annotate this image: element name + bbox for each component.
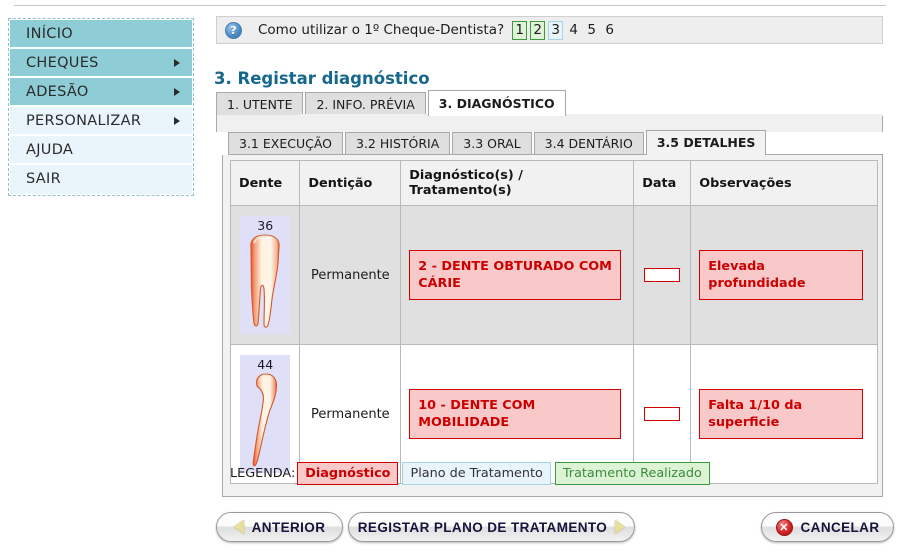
tab-3-5-detalhes[interactable]: 3.5 DETALHES: [645, 130, 767, 155]
previous-button[interactable]: ANTERIOR: [216, 512, 343, 542]
page-title: 3. Registar diagnóstico: [214, 69, 430, 89]
chevron-right-icon: [174, 116, 180, 125]
legend-chip-realizado[interactable]: Tratamento Realizado: [554, 462, 710, 485]
help-step-1[interactable]: 1: [512, 20, 528, 40]
main-sidebar: INÍCIO CHEQUES ADESÃO PERSONALIZAR AJUDA SAIR: [8, 18, 194, 196]
help-step-5[interactable]: 5: [584, 21, 599, 40]
sidebar-item-label: ADESÃO: [26, 84, 89, 100]
cell-tooth: 36: [229, 205, 301, 345]
header-data: Data: [633, 160, 692, 206]
cancel-x-icon: ✕: [775, 518, 793, 536]
tab-2--info--pr-via[interactable]: 2. INFO. PRÉVIA: [305, 92, 426, 116]
chevron-right-icon: [174, 58, 180, 67]
cancel-button[interactable]: ✕ CANCELAR: [761, 512, 894, 542]
legend-label: LEGENDA:: [230, 466, 296, 481]
cancel-button-label: CANCELAR: [800, 519, 880, 535]
sidebar-item-label: CHEQUES: [26, 55, 99, 71]
tooth-diagram[interactable]: 36: [240, 216, 291, 334]
cell-data: [633, 205, 692, 345]
top-divider: [14, 5, 886, 6]
cell-observacoes: Elevada profundidade: [690, 205, 878, 345]
help-step-2[interactable]: 2: [530, 20, 546, 40]
cell-denticao: Permanente: [299, 205, 402, 345]
tab-3-1-execu--o[interactable]: 3.1 EXECUÇÃO: [228, 132, 343, 155]
table-row: 36 Permanente 2 - DENTE OBTURADO COM CÁRIE…: [229, 205, 878, 345]
arrow-left-icon: [233, 520, 244, 534]
legend-chip-plano[interactable]: Plano de Tratamento: [402, 462, 551, 485]
tab-panel-mask: [300, 114, 883, 116]
tab-1--utente[interactable]: 1. UTENTE: [216, 92, 304, 116]
header-denticao: Dentição: [299, 160, 402, 206]
header-diagnostico: Diagnóstico(s) / Tratamento(s): [400, 160, 635, 206]
header-observacoes: Observações: [690, 160, 878, 206]
help-step-4[interactable]: 4: [566, 21, 581, 40]
legend: LEGENDA: Diagnóstico Plano de Tratamento T…: [230, 462, 714, 485]
date-field[interactable]: [644, 407, 681, 421]
diagnosis-table: Dente Dentição Diagnóstico(s) / Tratamen…: [229, 160, 878, 484]
tooth-number: 36: [257, 218, 274, 233]
cell-tooth: 44: [229, 344, 301, 484]
tab-3-2-hist-ria[interactable]: 3.2 HISTÓRIA: [345, 132, 451, 155]
tab-3-3-oral[interactable]: 3.3 ORAL: [452, 132, 532, 155]
previous-button-label: ANTERIOR: [251, 519, 326, 535]
cell-observacoes: Falta 1/10 da superficie: [690, 344, 878, 484]
tooth-diagram[interactable]: 44: [240, 355, 291, 473]
sidebar-item-label: AJUDA: [26, 142, 74, 158]
table-body: 36 Permanente 2 - DENTE OBTURADO COM CÁRIE…: [229, 205, 878, 484]
primary-tab-bar: 1. UTENTE 2. INFO. PRÉVIA 3. DIAGNÓSTICO: [216, 90, 568, 116]
diagnosis-tag[interactable]: 2 - DENTE OBTURADO COM CÁRIE: [409, 249, 622, 301]
sidebar-item-cheques[interactable]: CHEQUES: [10, 49, 192, 78]
arrow-right-icon: [615, 520, 626, 534]
tab-3-4-dent-rio[interactable]: 3.4 DENTÁRIO: [533, 132, 644, 155]
sidebar-item-label: PERSONALIZAR: [26, 113, 142, 129]
register-treatment-plan-button[interactable]: REGISTAR PLANO DE TRATAMENTO: [348, 512, 635, 542]
help-bar-text: Como utilizar o 1º Cheque-Dentista?: [258, 22, 505, 38]
sidebar-item-label: SAIR: [26, 171, 61, 187]
secondary-tab-bar: 3.1 EXECUÇÃO 3.2 HISTÓRIA 3.3 ORAL 3.4 DENT…: [228, 130, 768, 155]
sidebar-item-personalizar[interactable]: PERSONALIZAR: [10, 107, 192, 136]
help-question-icon[interactable]: ?: [225, 21, 242, 39]
help-bar[interactable]: ? Como utilizar o 1º Cheque-Dentista? 12…: [216, 16, 883, 44]
sidebar-item-sair[interactable]: SAIR: [10, 165, 192, 194]
help-step-list: 123456: [512, 20, 620, 40]
tab-3--diagn-stico[interactable]: 3. DIAGNÓSTICO: [427, 90, 566, 116]
table-header-row: Dente Dentição Diagnóstico(s) / Tratamen…: [229, 160, 878, 206]
cell-diagnostico: 2 - DENTE OBTURADO COM CÁRIE: [400, 205, 635, 345]
header-dente: Dente: [229, 160, 301, 206]
diagnosis-tag[interactable]: 10 - DENTE COM MOBILIDADE: [409, 388, 622, 440]
legend-chip-list: Diagnóstico Plano de Tratamento Tratamento…: [297, 462, 714, 485]
observation-tag[interactable]: Falta 1/10 da superficie: [699, 388, 864, 440]
tooth-number: 44: [257, 357, 274, 372]
help-step-3[interactable]: 3: [548, 20, 564, 40]
chevron-right-icon: [174, 87, 180, 96]
app-page: INÍCIO CHEQUES ADESÃO PERSONALIZAR AJUDA SAIR…: [0, 0, 899, 556]
legend-chip-diagnostico[interactable]: Diagnóstico: [297, 462, 399, 485]
date-field[interactable]: [644, 268, 681, 282]
register-button-label: REGISTAR PLANO DE TRATAMENTO: [357, 519, 608, 535]
sidebar-item-label: INÍCIO: [26, 26, 74, 42]
sidebar-item-ajuda[interactable]: AJUDA: [10, 136, 192, 165]
sidebar-item-incio[interactable]: INÍCIO: [10, 20, 192, 49]
observation-tag[interactable]: Elevada profundidade: [699, 249, 864, 301]
sidebar-item-adeso[interactable]: ADESÃO: [10, 78, 192, 107]
help-step-6[interactable]: 6: [602, 21, 617, 40]
